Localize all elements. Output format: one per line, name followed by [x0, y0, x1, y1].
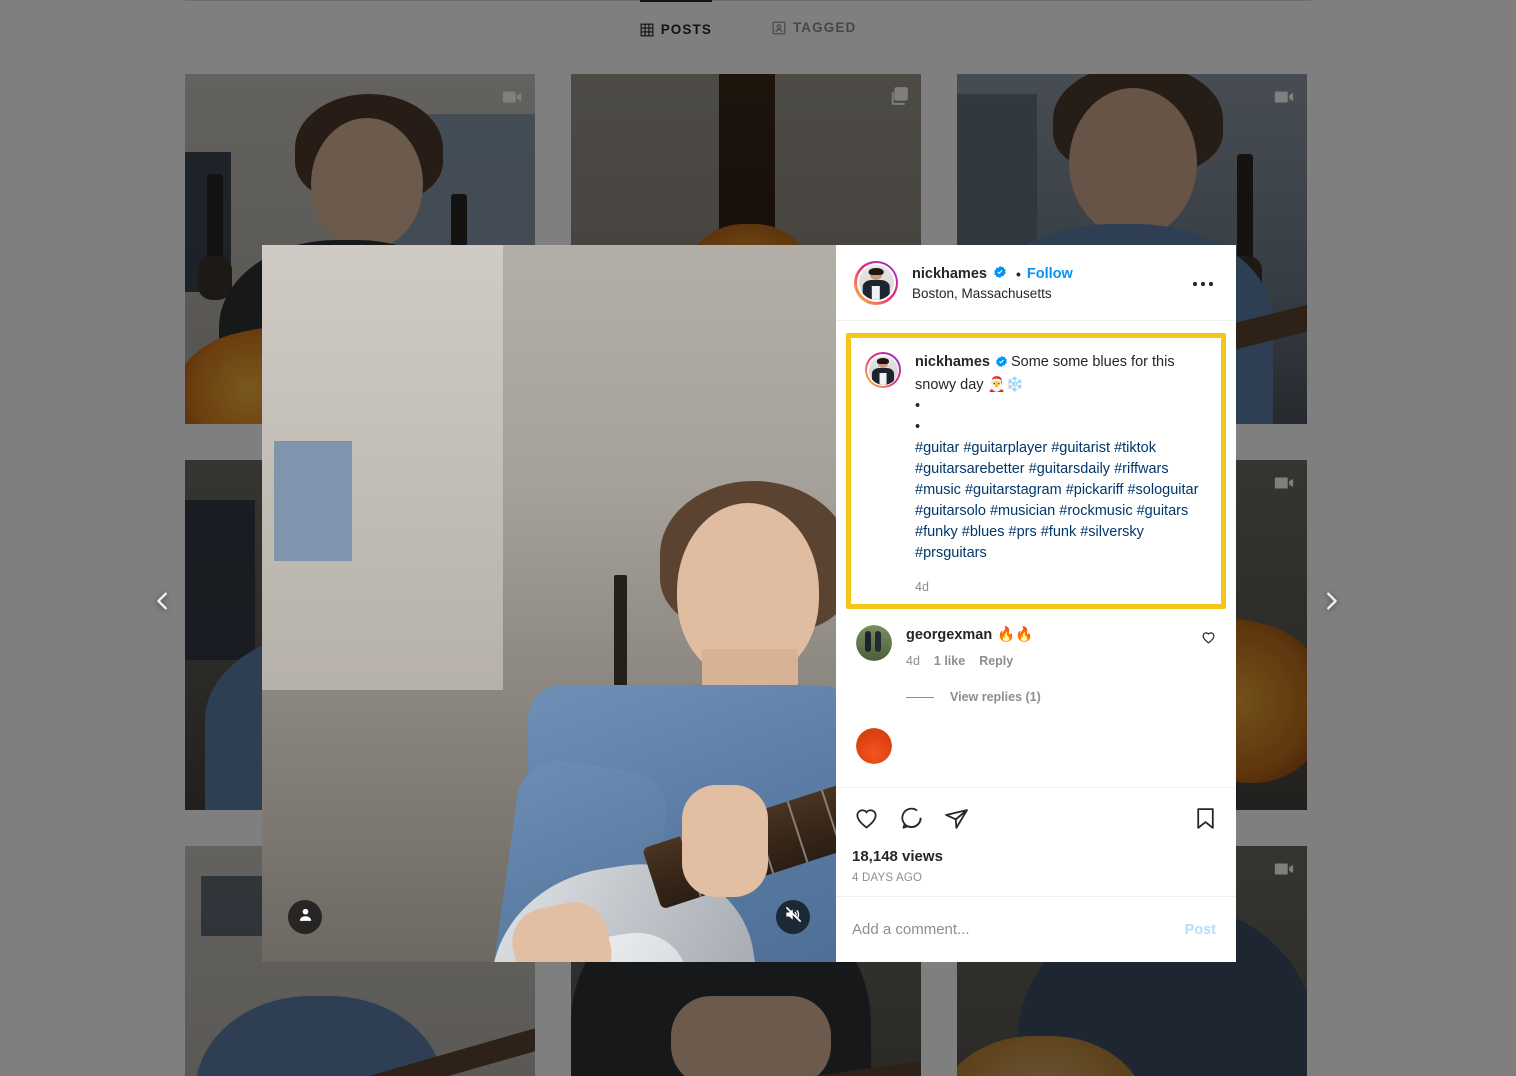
share-paper-plane-icon: [944, 806, 969, 836]
comment-text-block: georgexman 🔥🔥: [906, 625, 1187, 646]
caption-verified-badge-icon: [995, 354, 1008, 375]
post-caption-highlighted: nickhames Some some blues for this snowy …: [846, 333, 1226, 609]
caption-dot-line-1: •: [915, 398, 921, 414]
comment-like-button[interactable]: [1201, 625, 1216, 650]
chevron-right-icon: [1320, 590, 1342, 617]
comment-like-count: 1 like: [933, 654, 966, 668]
view-count: 18,148 views: [852, 848, 943, 865]
post-video-player[interactable]: [262, 245, 836, 962]
mute-toggle-button[interactable]: [776, 900, 810, 934]
header-separator: •: [1015, 266, 1021, 282]
save-post-button[interactable]: [1191, 804, 1220, 838]
muted-speaker-icon: [784, 905, 803, 929]
more-options-icon: [1192, 274, 1214, 292]
comment-body-text: 🔥🔥: [997, 627, 1034, 643]
verified-badge-icon: [993, 265, 1007, 284]
post-header: nickhames • Follow Boston, Massachusetts: [836, 245, 1236, 321]
follow-button[interactable]: Follow: [1027, 266, 1073, 282]
previous-post-button[interactable]: [143, 583, 183, 623]
caption-timestamp: 4d: [915, 580, 929, 594]
comment-bubble-icon: [899, 806, 924, 836]
caption-dot-line-2: •: [915, 419, 921, 435]
video-wall-panel: [274, 441, 352, 561]
post-modal: nickhames • Follow Boston, Massachusetts: [262, 245, 1236, 962]
caption-text-block: nickhames Some some blues for this snowy …: [915, 352, 1207, 564]
comments-list[interactable]: nickhames Some some blues for this snowy …: [836, 321, 1236, 787]
caption-author-username[interactable]: nickhames: [915, 354, 990, 370]
heart-icon: [854, 806, 879, 836]
comment-author-avatar-partial[interactable]: [856, 728, 892, 764]
add-comment-bar: Post: [836, 896, 1236, 962]
comment-author-username[interactable]: georgexman: [906, 627, 992, 643]
post-author-username[interactable]: nickhames: [912, 266, 987, 282]
caption-hashtags[interactable]: #guitar #guitarplayer #guitarist #tiktok…: [915, 438, 1207, 564]
bookmark-icon: [1193, 806, 1218, 836]
view-replies-label: View replies (1): [950, 690, 1041, 704]
post-header-text: nickhames • Follow Boston, Massachusetts: [912, 265, 1073, 301]
post-timestamp: 4 DAYS AGO: [852, 872, 923, 884]
comment-author-avatar[interactable]: [856, 625, 892, 661]
post-location[interactable]: Boston, Massachusetts: [912, 286, 1073, 301]
view-replies-line: [906, 696, 934, 698]
tagged-people-icon: [297, 906, 314, 928]
post-actions: 18,148 views 4 DAYS AGO: [836, 787, 1236, 896]
avatar[interactable]: [854, 260, 898, 305]
view-replies-button[interactable]: View replies (1): [906, 690, 1236, 704]
post-comment-button[interactable]: Post: [1181, 916, 1220, 944]
video-fretting-hand: [682, 785, 768, 897]
tagged-people-button[interactable]: [288, 900, 322, 934]
heart-icon: [1201, 632, 1216, 649]
chevron-left-icon: [152, 590, 174, 617]
comment-post-button[interactable]: [897, 804, 926, 838]
comment-input[interactable]: [852, 921, 1181, 938]
post-details-pane: nickhames • Follow Boston, Massachusetts: [836, 245, 1236, 962]
comment-row: georgexman 🔥🔥 4d 1 like Reply: [836, 625, 1236, 668]
wall-guitar-1: [614, 575, 627, 695]
like-post-button[interactable]: [852, 804, 881, 838]
next-post-button[interactable]: [1311, 583, 1351, 623]
comment-text-partial: [906, 728, 1216, 749]
comment-row-partial: [836, 728, 1236, 764]
comment-meta: 4d 1 like Reply: [906, 654, 1187, 668]
comment-timestamp: 4d: [906, 654, 920, 668]
comment-reply-button[interactable]: Reply: [979, 654, 1013, 668]
share-post-button[interactable]: [942, 804, 971, 838]
caption-author-avatar[interactable]: [865, 352, 901, 388]
action-icon-row: [852, 796, 1220, 840]
screen-root: POSTS TAGGED: [0, 0, 1516, 1076]
more-options-button[interactable]: [1186, 268, 1220, 298]
